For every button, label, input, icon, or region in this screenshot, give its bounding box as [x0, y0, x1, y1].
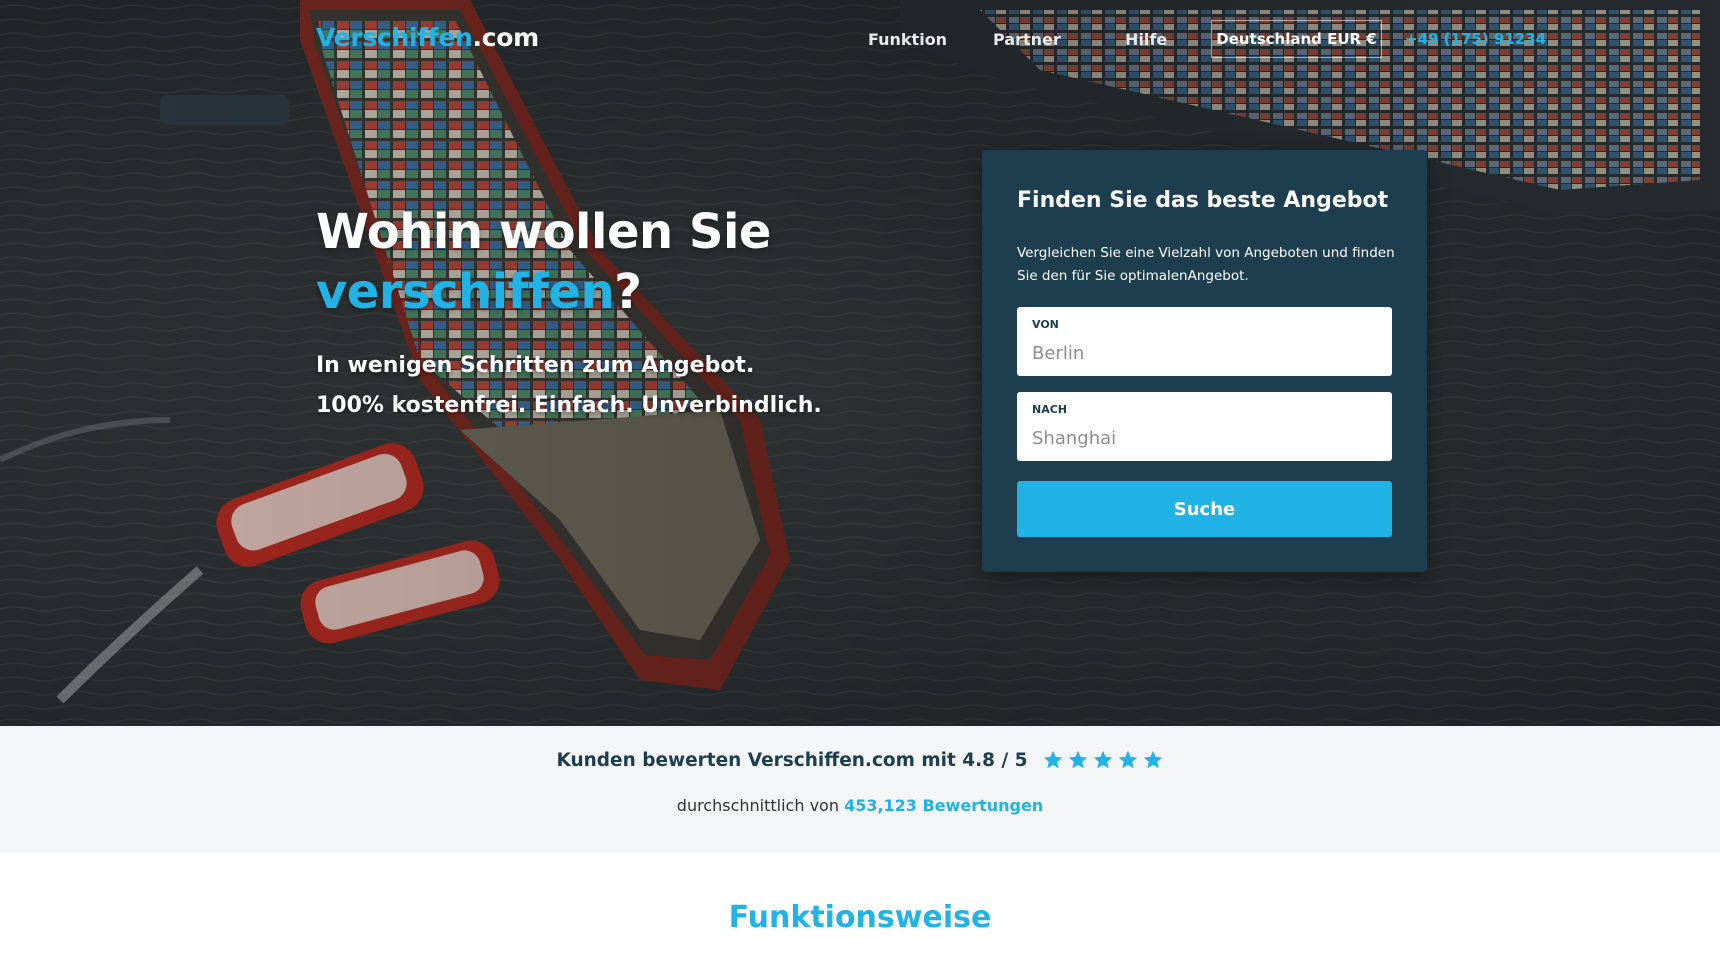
star-icon: [1118, 750, 1137, 769]
rating-bar: Kunden bewerten Verschiffen.com mit 4.8 …: [0, 726, 1720, 853]
from-label: VON: [1032, 318, 1059, 331]
rating-line: Kunden bewerten Verschiffen.com mit 4.8 …: [0, 749, 1720, 771]
search-button[interactable]: Suche: [1017, 481, 1392, 537]
from-field[interactable]: VON: [1017, 307, 1392, 376]
search-card-description: Vergleichen Sie eine Vielzahl von Angebo…: [1017, 245, 1395, 284]
rating-subtext: durchschnittlich von 453,123 Bewertungen: [0, 796, 1720, 815]
to-input[interactable]: [1032, 425, 1377, 451]
headline-end: ?: [614, 264, 642, 320]
country-currency-selector[interactable]: Deutschland EUR €: [1211, 20, 1382, 58]
nav-link-partner[interactable]: Partner: [993, 30, 1061, 49]
nav-link-hilfe[interactable]: Hilfe: [1125, 30, 1167, 49]
rating-stars: [1042, 749, 1164, 771]
section-title-funktionsweise: Funktionsweise: [728, 900, 992, 935]
search-card-title: Finden Sie das beste Angebot: [1017, 188, 1389, 213]
hero-subline: In wenigen Schritten zum Angebot. 100% k…: [316, 346, 822, 426]
rating-sub-prefix: durchschnittlich von: [676, 796, 839, 815]
search-card: Finden Sie das beste Angebot Vergleichen…: [982, 150, 1427, 572]
reviews-link[interactable]: 453,123 Bewertungen: [844, 796, 1043, 815]
subline-2: 100% kostenfrei. Einfach. Unverbindlich.: [316, 393, 822, 418]
headline-accent-word: verschiffen: [316, 264, 615, 320]
rating-text: Kunden bewerten Verschiffen.com mit 4.8 …: [556, 749, 1028, 771]
headline-line-1: Wohin wollen Sie: [316, 204, 771, 260]
hero-headline: Wohin wollen Sie verschiffen?: [316, 202, 916, 322]
to-field[interactable]: NACH: [1017, 392, 1392, 461]
nav-link-funktion[interactable]: Funktion: [868, 30, 947, 49]
subline-1: In wenigen Schritten zum Angebot.: [316, 353, 755, 378]
hero-section: Verschiffen.com Funktion Partner Hilfe D…: [0, 0, 1720, 726]
top-navigation: Verschiffen.com Funktion Partner Hilfe D…: [0, 0, 1720, 80]
star-icon: [1143, 750, 1162, 769]
from-input[interactable]: [1032, 340, 1377, 366]
star-icon: [1093, 750, 1112, 769]
site-logo[interactable]: Verschiffen.com: [316, 23, 539, 52]
phone-link[interactable]: +49 (175) 91234: [1405, 30, 1546, 48]
star-icon: [1068, 750, 1087, 769]
hero-overlay: [0, 0, 1720, 726]
star-icon: [1043, 750, 1062, 769]
to-label: NACH: [1032, 403, 1067, 416]
